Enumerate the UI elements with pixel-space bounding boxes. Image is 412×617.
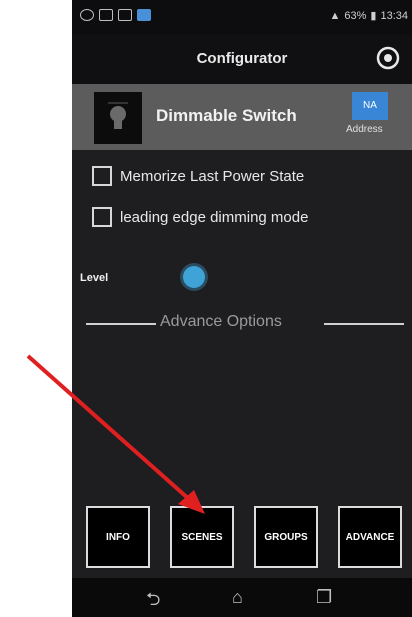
option-label: leading edge dimming mode: [120, 208, 309, 226]
signal-icon: ▲: [329, 9, 341, 22]
home-icon[interactable]: ⌂: [232, 587, 243, 608]
notification-icon: [137, 9, 151, 21]
address-label: Address: [346, 124, 383, 135]
warning-icon: [118, 9, 132, 21]
level-label: Level: [80, 272, 109, 284]
leading-edge-dimming-option[interactable]: leading edge dimming mode: [92, 207, 308, 227]
back-icon[interactable]: ⮌: [146, 587, 160, 617]
status-bar: ▲ 63% ▮ 13:34: [72, 0, 412, 34]
battery-icon: ▮: [370, 10, 377, 22]
device-name: Dimmable Switch: [156, 106, 297, 125]
gear-icon[interactable]: [376, 46, 400, 70]
device-header: Dimmable Switch NA Address: [72, 84, 412, 150]
info-button[interactable]: INFO: [86, 506, 150, 568]
light-bulb-icon: [94, 92, 142, 144]
checkbox[interactable]: [92, 166, 112, 186]
gallery-icon: [99, 9, 113, 21]
navigation-bar: ⮌ ⌂ ❐: [72, 578, 412, 617]
advance-options-heading: Advance Options: [160, 313, 282, 330]
phone-screen: ▲ 63% ▮ 13:34 Configurator Dimmable Swit…: [72, 0, 412, 617]
groups-button[interactable]: GROUPS: [254, 506, 318, 568]
level-slider-thumb[interactable]: [183, 266, 205, 288]
divider-right: [324, 323, 404, 325]
option-label: Memorize Last Power State: [120, 167, 305, 185]
address-button[interactable]: NA: [352, 92, 388, 120]
memorize-power-state-option[interactable]: Memorize Last Power State: [92, 166, 304, 186]
checkbox[interactable]: [92, 207, 112, 227]
divider-left: [86, 323, 156, 325]
title-bar: Configurator: [72, 34, 412, 84]
battery-percent: 63%: [344, 9, 367, 22]
scenes-button[interactable]: SCENES: [170, 506, 234, 568]
clock: 13:34: [380, 9, 408, 22]
advance-button[interactable]: ADVANCE: [338, 506, 402, 568]
recents-icon[interactable]: ❐: [316, 587, 332, 608]
whatsapp-icon: [80, 9, 94, 21]
page-title: Configurator: [196, 50, 288, 67]
